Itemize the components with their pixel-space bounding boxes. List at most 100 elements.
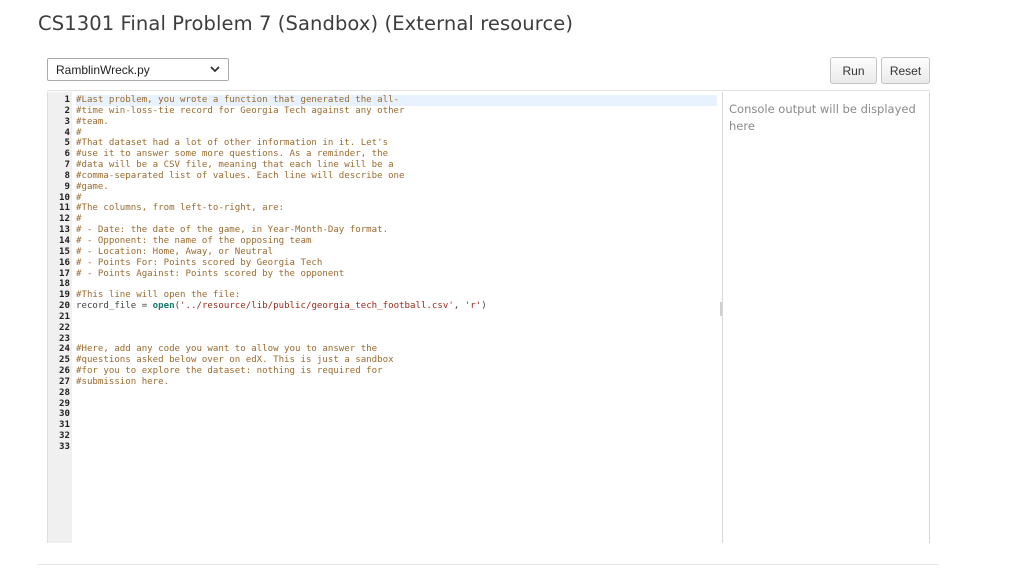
code-line[interactable]: 30 [48, 409, 720, 420]
code-text: #Here, add any code you want to allow yo… [76, 344, 378, 355]
line-number: 24 [59, 344, 70, 355]
code-line[interactable]: 18 [48, 279, 720, 290]
code-line[interactable]: 31 [48, 420, 720, 431]
code-text: #comma-separated list of values. Each li… [76, 170, 405, 181]
code-text: #time win-loss-tie record for Georgia Te… [76, 105, 405, 116]
code-line[interactable]: 1 #Last problem, you wrote a function tha… [48, 95, 720, 106]
code-text: # - Points Against: Points scored by the… [76, 268, 345, 279]
line-number: 25 [59, 355, 70, 366]
line-number: 33 [59, 442, 70, 452]
code-line[interactable]: 33 [48, 442, 720, 453]
code-text: record_file = open('../resource/lib/publ… [76, 301, 487, 312]
code-line[interactable]: 11 #The columns, from left-to-right, are: [48, 203, 720, 214]
code-text: # [76, 127, 82, 138]
code-line[interactable]: 24 #Here, add any code you want to allow … [48, 344, 720, 355]
line-number: 15 [59, 246, 70, 257]
sandbox-page: CS1301 Final Problem 7 (Sandbox) (Extern… [0, 0, 1024, 583]
code-line[interactable]: 20 record_file = open('../resource/lib/pu… [48, 301, 720, 312]
code-text: #This line will open the file: [76, 290, 241, 301]
chevron-down-icon [210, 65, 220, 75]
console-output: Console output will be displayed here [723, 92, 930, 543]
code-line[interactable]: 19 #This line will open the file: [48, 290, 720, 301]
line-number: 27 [59, 376, 70, 387]
line-number: 32 [59, 431, 70, 442]
code-text: # [76, 192, 82, 203]
line-number: 22 [59, 322, 70, 333]
line-number: 14 [59, 235, 70, 246]
code-line[interactable]: 21 [48, 312, 720, 323]
code-text: #The columns, from left-to-right, are: [76, 203, 285, 214]
code-line[interactable]: 5 #That dataset had a lot of other inform… [48, 138, 720, 149]
divider [47, 90, 930, 91]
line-number: 4 [64, 127, 70, 138]
code-line[interactable]: 29 [48, 399, 720, 410]
resize-grip-icon[interactable] [720, 302, 722, 316]
code-line[interactable]: 2 #time win-loss-tie record for Georgia T… [48, 106, 720, 117]
line-number: 30 [59, 409, 70, 420]
line-number: 29 [59, 398, 70, 409]
line-number: 6 [64, 149, 70, 160]
code-lines: 1 #Last problem, you wrote a function tha… [48, 95, 720, 453]
code-line[interactable]: 8 #comma-separated list of values. Each l… [48, 171, 720, 182]
line-number: 18 [59, 279, 70, 290]
code-text: #That dataset had a lot of other informa… [76, 138, 389, 149]
line-number: 26 [59, 366, 70, 377]
code-text: #team. [76, 116, 109, 127]
code-line[interactable]: 4 # [48, 128, 720, 139]
code-text: #game. [76, 181, 109, 192]
code-line[interactable]: 23 [48, 334, 720, 345]
code-text: # - Date: the date of the game, in Year-… [76, 225, 389, 236]
code-line[interactable]: 10 # [48, 193, 720, 204]
code-editor[interactable]: 1 #Last problem, you wrote a function tha… [47, 92, 720, 543]
console-placeholder: Console output will be displayed here [729, 102, 916, 133]
line-number: 16 [59, 257, 70, 268]
line-number: 17 [59, 268, 70, 279]
code-text: #questions asked below over on edX. This… [76, 355, 394, 366]
code-text: # [76, 214, 82, 225]
line-number: 21 [59, 311, 70, 322]
line-number: 13 [59, 225, 70, 236]
page-title: CS1301 Final Problem 7 (Sandbox) (Extern… [38, 12, 574, 35]
code-line[interactable]: 26 #for you to explore the dataset: nothi… [48, 366, 720, 377]
line-number: 1 [64, 95, 70, 105]
file-select-value: RamblinWreck.py [56, 62, 150, 77]
code-text: #use it to answer some more questions. A… [76, 149, 389, 160]
line-number: 7 [64, 160, 70, 171]
code-line[interactable]: 9 #game. [48, 182, 720, 193]
code-line[interactable]: 27 #submission here. [48, 377, 720, 388]
run-button[interactable]: Run [830, 57, 877, 84]
code-line[interactable]: 6 #use it to answer some more questions. … [48, 149, 720, 160]
line-number: 20 [59, 301, 70, 312]
code-text: # - Opponent: the name of the opposing t… [76, 235, 312, 246]
code-line[interactable]: 13 # - Date: the date of the game, in Yea… [48, 225, 720, 236]
code-text: #submission here. [76, 376, 170, 387]
line-number: 8 [64, 170, 70, 181]
reset-button[interactable]: Reset [881, 57, 930, 84]
line-number: 3 [64, 116, 70, 127]
code-line[interactable]: 12 # [48, 214, 720, 225]
code-text: #for you to explore the dataset: nothing… [76, 366, 383, 377]
code-line[interactable]: 7 #data will be a CSV file, meaning that … [48, 160, 720, 171]
code-line[interactable]: 15 # - Location: Home, Away, or Neutral [48, 247, 720, 258]
code-line[interactable]: 22 [48, 323, 720, 334]
code-line[interactable]: 28 [48, 388, 720, 399]
line-number: 19 [59, 290, 70, 301]
code-line[interactable]: 17 # - Points Against: Points scored by t… [48, 269, 720, 280]
line-number: 2 [64, 105, 70, 116]
code-text: #Last problem, you wrote a function that… [76, 95, 717, 106]
code-text: # - Location: Home, Away, or Neutral [76, 246, 274, 257]
line-number: 23 [59, 333, 70, 344]
line-number: 9 [64, 181, 70, 192]
line-number: 28 [59, 387, 70, 398]
line-number: 11 [59, 203, 70, 214]
code-line[interactable]: 32 [48, 431, 720, 442]
line-number: 12 [59, 214, 70, 225]
line-number: 10 [59, 192, 70, 203]
code-line[interactable]: 14 # - Opponent: the name of the opposing… [48, 236, 720, 247]
code-line[interactable]: 3 #team. [48, 117, 720, 128]
code-line[interactable]: 16 # - Points For: Points scored by Georg… [48, 258, 720, 269]
code-text: # - Points For: Points scored by Georgia… [76, 257, 323, 268]
file-select-dropdown[interactable]: RamblinWreck.py [47, 58, 229, 81]
line-number: 5 [64, 138, 70, 149]
code-line[interactable]: 25 #questions asked below over on edX. Th… [48, 355, 720, 366]
